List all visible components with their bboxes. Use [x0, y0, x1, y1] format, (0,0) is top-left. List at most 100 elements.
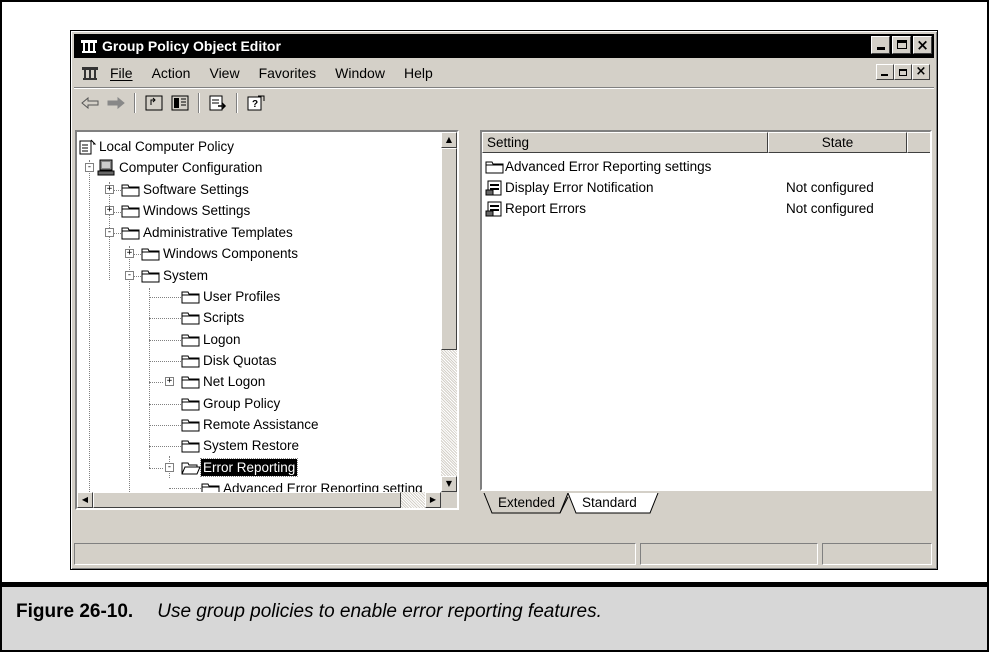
scroll-thumb[interactable]: [93, 492, 401, 508]
scroll-down-button[interactable]: ▼: [441, 476, 457, 492]
tree-node-logon[interactable]: Logon: [181, 329, 243, 350]
folder-icon: [201, 483, 220, 492]
tree-node-advanced-error-reporting[interactable]: Advanced Error Reporting setting: [201, 478, 425, 492]
folder-icon: [485, 161, 504, 173]
expand-toggle[interactable]: +: [105, 206, 114, 215]
tree-node-error-reporting[interactable]: Error Reporting: [181, 457, 299, 478]
expand-toggle[interactable]: +: [125, 249, 134, 258]
tree-node-label: Windows Settings: [143, 203, 251, 218]
policy-setting-icon: [485, 180, 502, 195]
tree-node-administrative-templates[interactable]: Administrative Templates: [121, 222, 295, 243]
scroll-left-button[interactable]: ◀: [77, 492, 93, 508]
tree-node-windows-components[interactable]: Windows Components: [141, 243, 300, 264]
menu-bar: File Action View Favorites Window Help ×: [74, 61, 934, 85]
list-item[interactable]: Display Error Notification Not configure…: [482, 177, 930, 198]
scroll-right-button[interactable]: ▶: [425, 492, 441, 508]
open-folder-icon: [181, 462, 201, 474]
arrow-down-icon: ▼: [445, 479, 453, 488]
show-hide-tree-button[interactable]: [168, 92, 192, 114]
child-close-button[interactable]: ×: [912, 64, 930, 80]
help-button[interactable]: ?: [244, 92, 268, 114]
menu-view[interactable]: View: [209, 65, 239, 81]
expand-toggle[interactable]: +: [105, 185, 114, 194]
tree-node-user-profiles[interactable]: User Profiles: [181, 286, 282, 307]
folder-icon: [121, 227, 140, 239]
status-panel-main: [74, 543, 636, 565]
title-bar[interactable]: Group Policy Object Editor ×: [74, 34, 934, 58]
tree-node-label: Group Policy: [203, 396, 281, 411]
menu-favorites[interactable]: Favorites: [259, 65, 317, 81]
close-button[interactable]: ×: [913, 36, 932, 54]
scroll-up-button[interactable]: ▲: [441, 132, 457, 148]
collapse-toggle[interactable]: -: [165, 463, 174, 472]
tree-node-disk-quotas[interactable]: Disk Quotas: [181, 350, 279, 371]
status-panel-3: [822, 543, 932, 565]
status-bar: [74, 543, 934, 565]
tree-node-group-policy[interactable]: Group Policy: [181, 393, 282, 414]
folder-icon: [181, 312, 200, 324]
scroll-thumb[interactable]: [441, 148, 457, 350]
arrow-left-icon: ◀: [81, 495, 89, 504]
tree-node-local-computer-policy[interactable]: Local Computer Policy: [79, 136, 236, 157]
tree-node-net-logon[interactable]: Net Logon: [181, 371, 267, 392]
collapse-toggle[interactable]: -: [125, 271, 134, 280]
tree-node-software-settings[interactable]: Software Settings: [121, 179, 251, 200]
tree-node-label: Software Settings: [143, 182, 249, 197]
tree-node-label: Disk Quotas: [203, 353, 277, 368]
maximize-button[interactable]: [892, 36, 911, 54]
menu-help[interactable]: Help: [404, 65, 433, 81]
folder-icon: [181, 376, 200, 388]
folder-icon: [141, 248, 160, 260]
tab-extended[interactable]: Extended: [492, 493, 561, 513]
arrow-right-icon: ▶: [429, 495, 437, 504]
details-pane: Setting State Advanced Error Reporting s…: [480, 130, 932, 491]
group-policy-app-icon: [80, 38, 98, 57]
list-item-setting: Display Error Notification: [505, 180, 654, 195]
status-panel-2: [640, 543, 818, 565]
folder-icon: [181, 398, 200, 410]
figure-caption: Figure 26-10. Use group policies to enabl…: [2, 587, 987, 650]
back-button[interactable]: [78, 92, 102, 114]
tree-node-system[interactable]: System: [141, 265, 210, 286]
figure-frame: Group Policy Object Editor × File Action…: [0, 0, 989, 652]
tree-node-scripts[interactable]: Scripts: [181, 307, 246, 328]
tree-node-label: Scripts: [203, 310, 245, 325]
tree-node-label: Logon: [203, 332, 241, 347]
menu-action[interactable]: Action: [152, 65, 191, 81]
policy-icon: [79, 139, 97, 154]
menu-file[interactable]: File: [110, 65, 133, 81]
show-hide-tree-icon: [171, 95, 189, 111]
export-list-icon: [209, 95, 227, 111]
list-item[interactable]: Advanced Error Reporting settings: [482, 156, 711, 177]
tree-node-label: System Restore: [203, 438, 300, 453]
tree-node-system-restore[interactable]: System Restore: [181, 435, 301, 456]
tree-vertical-scrollbar[interactable]: ▲ ▼: [441, 132, 457, 492]
tree-node-windows-settings[interactable]: Windows Settings: [121, 200, 252, 221]
column-header-state[interactable]: State: [768, 132, 907, 153]
expand-toggle[interactable]: +: [165, 377, 174, 386]
group-policy-window: Group Policy Object Editor × File Action…: [70, 30, 938, 570]
menu-window[interactable]: Window: [335, 65, 385, 81]
tree-node-label: System: [163, 268, 209, 283]
tree-node-remote-assistance[interactable]: Remote Assistance: [181, 414, 321, 435]
collapse-toggle[interactable]: -: [85, 163, 94, 172]
collapse-toggle[interactable]: -: [105, 228, 114, 237]
export-list-button[interactable]: [206, 92, 230, 114]
minimize-button[interactable]: [871, 36, 890, 54]
console-tree-pane: Local Computer Policy - Computer Configu…: [75, 130, 459, 510]
column-header-setting[interactable]: Setting: [482, 132, 768, 153]
forward-button[interactable]: [104, 92, 128, 114]
folder-icon: [181, 440, 200, 452]
child-minimize-button[interactable]: [876, 64, 894, 80]
child-restore-button[interactable]: [894, 64, 912, 80]
help-icon: ?: [247, 95, 265, 111]
tree-horizontal-scrollbar[interactable]: ◀ ▶: [77, 492, 441, 508]
tree-node-computer-configuration[interactable]: Computer Configuration: [97, 157, 264, 178]
tree-node-label: Error Reporting: [199, 458, 299, 477]
folder-icon: [181, 355, 200, 367]
up-one-level-button[interactable]: [142, 92, 166, 114]
list-item[interactable]: Report Errors Not configured: [482, 198, 930, 219]
group-policy-menu-icon[interactable]: [80, 64, 100, 85]
tab-standard[interactable]: Standard: [576, 493, 643, 513]
close-icon: ×: [916, 36, 929, 54]
